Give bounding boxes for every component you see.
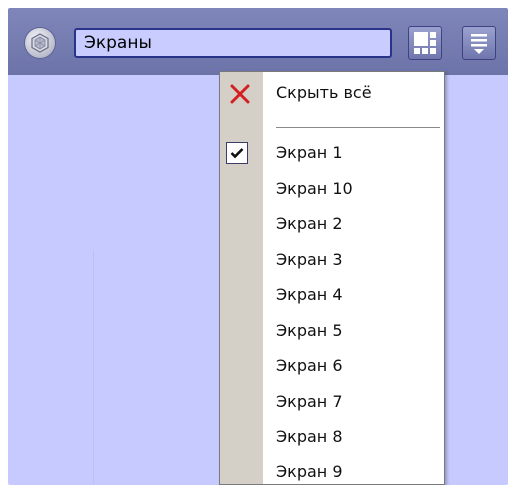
menu-item-screen[interactable]: Экран 4 bbox=[220, 278, 444, 312]
hexagon-logo-icon[interactable] bbox=[25, 28, 55, 58]
menu-item-screen[interactable]: Экран 7 bbox=[220, 385, 444, 419]
menu-item-label: Экран 1 bbox=[276, 143, 343, 162]
menu-item-label: Экран 9 bbox=[276, 462, 343, 481]
menu-item-screen[interactable]: Экран 5 bbox=[220, 314, 444, 348]
menu-item-label: Экран 3 bbox=[276, 250, 343, 269]
layout-grid-button[interactable] bbox=[408, 26, 442, 60]
menu-item-label: Экран 10 bbox=[276, 179, 353, 198]
menu-list-icon bbox=[471, 34, 487, 54]
menu-item-label: Экран 5 bbox=[276, 321, 343, 340]
screens-title-field[interactable]: Экраны bbox=[74, 28, 392, 58]
menu-item-label: Экран 6 bbox=[276, 356, 343, 375]
menu-item-label: Экран 8 bbox=[276, 427, 343, 446]
red-x-icon bbox=[230, 84, 250, 104]
app-window: Экраны Скрыть всё Экран 1 Экран 10 Экран… bbox=[8, 8, 508, 485]
hide-all-label: Скрыть всё bbox=[276, 83, 372, 102]
menu-item-screen[interactable]: Экран 2 bbox=[220, 207, 444, 241]
menu-item-screen[interactable]: Экран 10 bbox=[220, 172, 444, 206]
menu-item-label: Экран 2 bbox=[276, 214, 343, 233]
menu-item-screen[interactable]: Экран 1 bbox=[220, 136, 444, 170]
menu-item-label: Экран 4 bbox=[276, 285, 343, 304]
toolbar: Экраны bbox=[8, 8, 508, 75]
menu-item-screen[interactable]: Экран 3 bbox=[220, 243, 444, 277]
screen-menu-button[interactable] bbox=[462, 26, 496, 60]
menu-item-screen[interactable]: Экран 6 bbox=[220, 349, 444, 383]
menu-item-label: Экран 7 bbox=[276, 392, 343, 411]
layout-grid-icon bbox=[414, 32, 436, 54]
workspace-divider bbox=[93, 250, 94, 485]
menu-separator bbox=[276, 127, 440, 128]
menu-item-screen[interactable]: Экран 8 bbox=[220, 420, 444, 454]
screens-dropdown-menu: Скрыть всё Экран 1 Экран 10 Экран 2 Экра… bbox=[219, 71, 445, 485]
menu-item-screen[interactable]: Экран 9 bbox=[220, 455, 444, 485]
menu-item-hide-all[interactable]: Скрыть всё bbox=[220, 76, 444, 110]
checkmark-icon bbox=[226, 142, 248, 164]
